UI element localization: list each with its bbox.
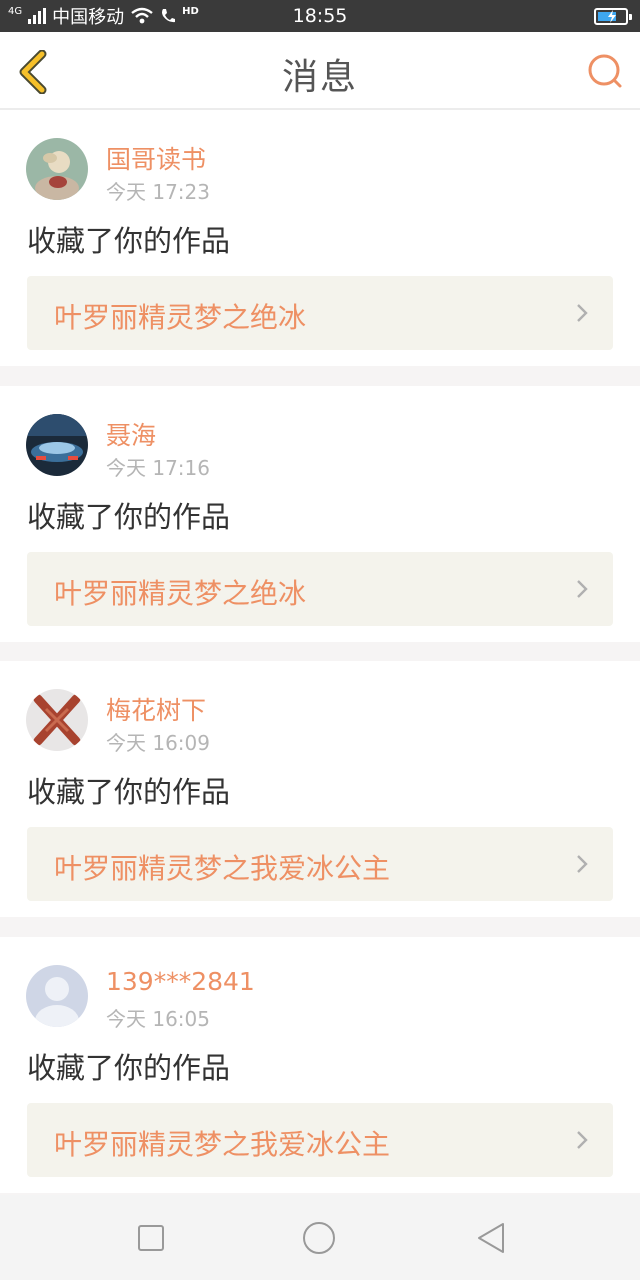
timestamp: 今天 17:16: [106, 456, 210, 480]
work-title: 叶罗丽精灵梦之我爱冰公主: [54, 1128, 391, 1161]
avatar[interactable]: [26, 689, 88, 751]
carrier-name: 中国移动: [52, 7, 125, 28]
status-bar: 4G 中国移动 HD 18:55: [0, 0, 640, 32]
avatar[interactable]: [26, 414, 88, 476]
page-title: 消息: [281, 57, 358, 98]
username[interactable]: 139***2841: [106, 967, 255, 996]
battery-icon: [594, 8, 632, 25]
avatar[interactable]: [26, 965, 88, 1027]
message-card: 梅花树下 今天 16:09 收藏了你的作品 叶罗丽精灵梦之我爱冰公主: [0, 661, 640, 917]
avatar[interactable]: [26, 138, 88, 200]
message-card: 139***2841 今天 16:05 收藏了你的作品 叶罗丽精灵梦之我爱冰公主: [0, 937, 640, 1193]
header: 消息: [0, 32, 640, 110]
message-card: 国哥读书 今天 17:23 收藏了你的作品 叶罗丽精灵梦之绝冰: [0, 110, 640, 366]
action-text: 收藏了你的作品: [27, 224, 231, 258]
timestamp: 今天 16:05: [106, 1007, 210, 1031]
chevron-right-icon: [577, 855, 588, 873]
work-link[interactable]: 叶罗丽精灵梦之我爱冰公主: [27, 1103, 613, 1177]
search-icon[interactable]: [586, 52, 624, 90]
username[interactable]: 聂海: [106, 416, 156, 452]
username[interactable]: 梅花树下: [106, 691, 206, 727]
square-recents-icon[interactable]: [134, 1221, 168, 1255]
system-nav-bar: [0, 1195, 640, 1280]
work-title: 叶罗丽精灵梦之我爱冰公主: [54, 852, 391, 885]
action-text: 收藏了你的作品: [27, 500, 231, 534]
timestamp: 今天 16:09: [106, 731, 210, 755]
chevron-right-icon: [577, 304, 588, 322]
call-icon: [162, 9, 176, 23]
work-link[interactable]: 叶罗丽精灵梦之绝冰: [27, 276, 613, 350]
hd-badge: HD: [182, 5, 199, 17]
action-text: 收藏了你的作品: [27, 1051, 231, 1085]
chevron-right-icon: [577, 580, 588, 598]
message-card: 聂海 今天 17:16 收藏了你的作品 叶罗丽精灵梦之绝冰: [0, 386, 640, 642]
action-text: 收藏了你的作品: [27, 775, 231, 809]
chevron-right-icon: [577, 1131, 588, 1149]
work-link[interactable]: 叶罗丽精灵梦之绝冰: [27, 552, 613, 626]
work-link[interactable]: 叶罗丽精灵梦之我爱冰公主: [27, 827, 613, 901]
triangle-back-icon[interactable]: [474, 1221, 508, 1255]
work-title: 叶罗丽精灵梦之绝冰: [54, 577, 307, 610]
signal-icon: [28, 8, 47, 24]
network-type: 4G: [8, 5, 23, 17]
timestamp: 今天 17:23: [106, 180, 210, 204]
work-title: 叶罗丽精灵梦之绝冰: [54, 301, 307, 334]
circle-home-icon[interactable]: [302, 1221, 336, 1255]
username[interactable]: 国哥读书: [106, 140, 206, 176]
wifi-icon: [131, 7, 153, 24]
